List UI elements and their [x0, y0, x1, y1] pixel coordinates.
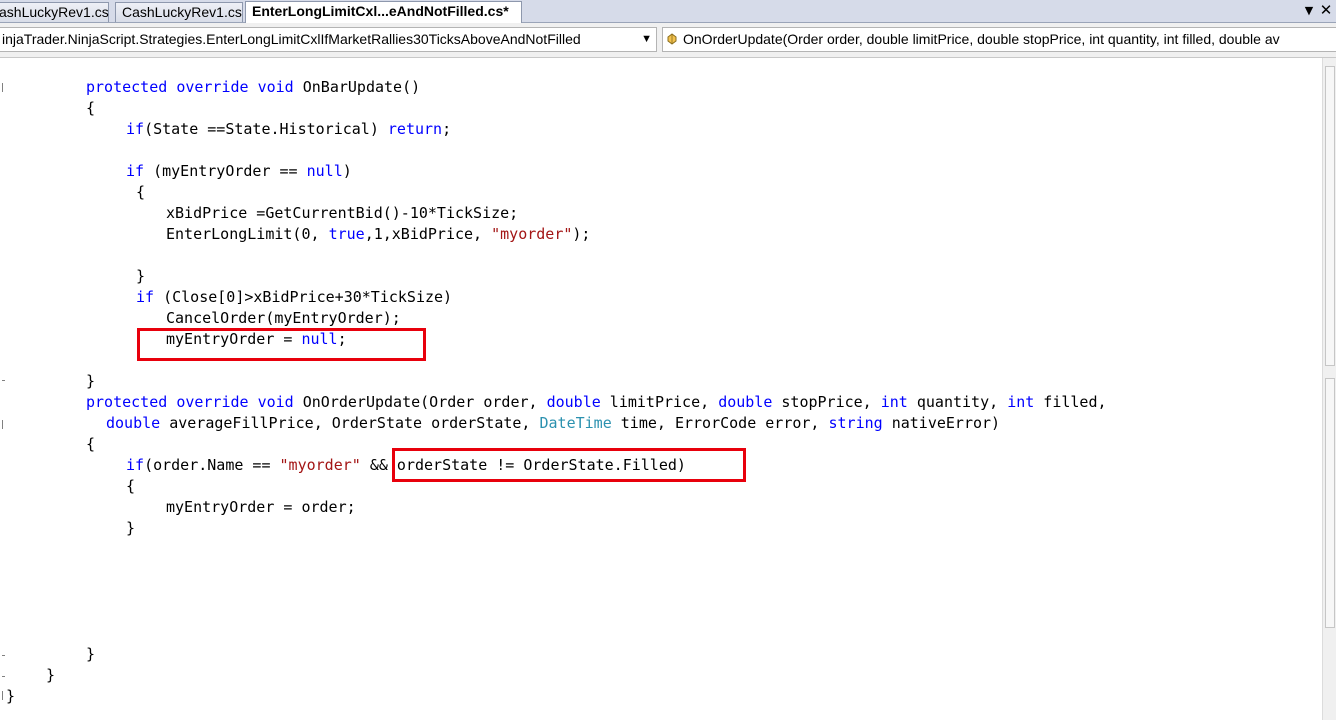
code-line-28: }	[86, 645, 96, 663]
code-line-2: {	[86, 99, 96, 117]
document-tab-strip: ashLuckyRev1.cs CashLuckyRev1.cs EnterLo…	[0, 0, 1336, 23]
code-line-7: xBidPrice =GetCurrentBid()-10*TickSize;	[166, 204, 519, 222]
scrollbar-thumb[interactable]	[1325, 66, 1335, 366]
code-line-21: myEntryOrder = order;	[166, 498, 356, 516]
close-icon[interactable]: ✕	[1319, 2, 1333, 18]
highlight-box-null-assignment	[137, 328, 426, 361]
outline-marker[interactable]	[2, 83, 6, 92]
code-line-18: {	[86, 435, 96, 453]
navigation-bar: injaTrader.NinjaScript.Strategies.EnterL…	[0, 23, 1336, 58]
code-line-15: }	[86, 372, 96, 390]
tab-cashluckyrev1[interactable]: CashLuckyRev1.cs	[115, 2, 243, 22]
code-line-8: EnterLongLimit(0, true,1,xBidPrice, "myo…	[166, 225, 591, 243]
code-line-10: }	[136, 267, 146, 285]
vertical-scrollbar[interactable]	[1322, 58, 1336, 720]
tab-list-dropdown-icon[interactable]: ▼	[1302, 4, 1316, 18]
tab-enterlonglimitcxl[interactable]: EnterLongLimitCxl...eAndNotFilled.cs*	[245, 1, 522, 23]
code-line-6: {	[136, 183, 146, 201]
chevron-down-icon[interactable]: ▼	[641, 28, 652, 51]
outline-marker	[2, 655, 5, 656]
scrollbar-thumb[interactable]	[1325, 378, 1335, 628]
code-line-30: }	[6, 687, 16, 705]
highlight-box-filled-condition	[392, 448, 746, 482]
tab-ashluckyrev1[interactable]: ashLuckyRev1.cs	[0, 2, 109, 22]
outline-marker	[2, 380, 5, 381]
code-line-5: if (myEntryOrder == null)	[126, 162, 352, 180]
member-combo-value: OnOrderUpdate(Order order, double limitP…	[683, 31, 1280, 47]
code-line-29: }	[46, 666, 56, 684]
code-editor[interactable]: protected override void OnBarUpdate() { …	[0, 58, 1322, 720]
outline-marker	[2, 676, 5, 677]
code-line-20: {	[126, 477, 136, 495]
type-combo-value: injaTrader.NinjaScript.Strategies.EnterL…	[2, 31, 581, 47]
type-combo[interactable]: injaTrader.NinjaScript.Strategies.EnterL…	[0, 27, 657, 52]
code-line-22: }	[126, 519, 136, 537]
outline-marker[interactable]	[2, 420, 6, 429]
code-line-3: if(State ==State.Historical) return;	[126, 120, 452, 138]
code-line-17: double averageFillPrice, OrderState orde…	[106, 414, 1001, 432]
code-line-16: protected override void OnOrderUpdate(Or…	[86, 393, 1107, 411]
member-combo[interactable]: OnOrderUpdate(Order order, double limitP…	[662, 27, 1336, 52]
code-line-1: protected override void OnBarUpdate()	[86, 78, 421, 96]
code-line-11: if (Close[0]>xBidPrice+30*TickSize)	[136, 288, 453, 306]
code-line-12: CancelOrder(myEntryOrder);	[166, 309, 401, 327]
method-icon	[667, 33, 677, 45]
